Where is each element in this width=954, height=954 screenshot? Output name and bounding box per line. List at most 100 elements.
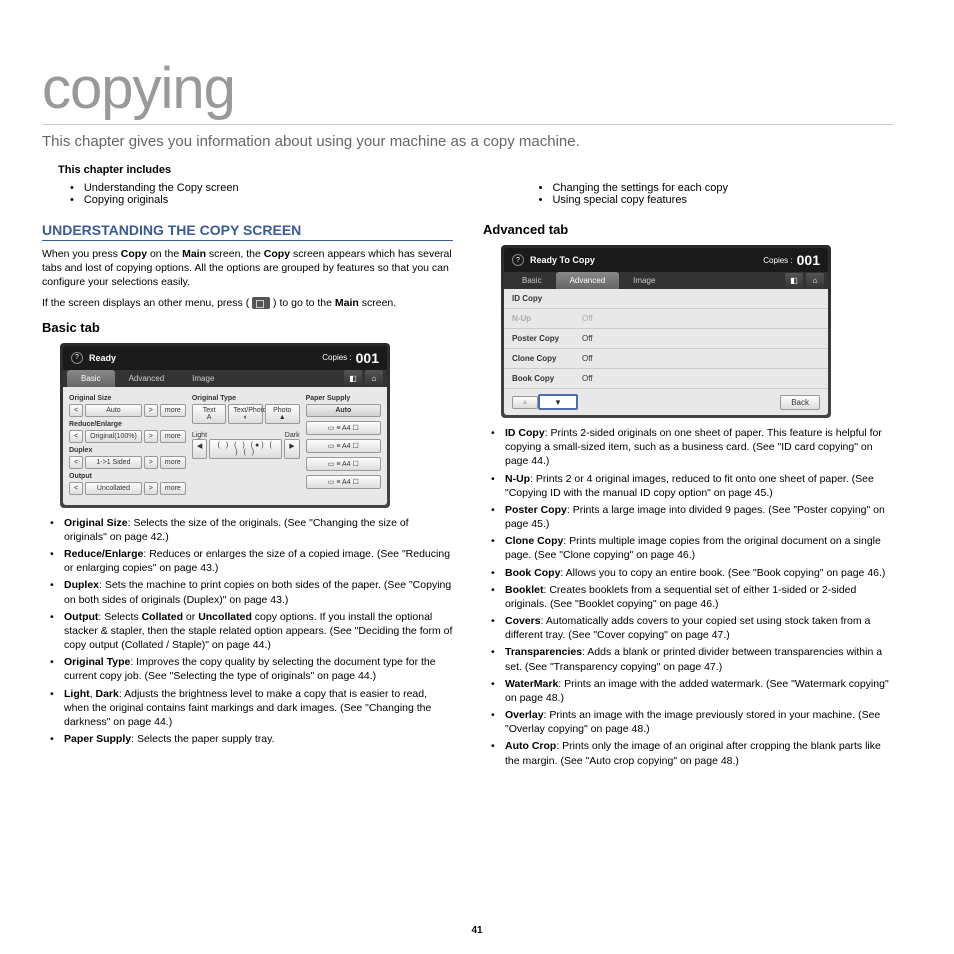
arrow-right-button[interactable]: > [144,482,158,495]
advanced-tab-screenshot: ? Ready To Copy Copies : 001 Basic Advan… [501,245,831,418]
includes-list: Understanding the Copy screen Copying or… [42,182,894,206]
includes-item: Using special copy features [539,194,728,206]
advanced-feature-list: ID Copy: Prints 2-sided originals on one… [483,426,894,768]
includes-item: Changing the settings for each copy [539,182,728,194]
darkness-left-button[interactable]: ◀ [192,439,207,459]
includes-heading: This chapter includes [42,164,894,176]
label-reduce-enlarge: Reduce/Enlarge [69,421,186,428]
feature-item: Overlay: Prints an image with the image … [505,708,894,736]
tray-button[interactable]: ▭ ≡ A4 ☐ [306,439,381,453]
includes-item: Copying originals [70,194,239,206]
more-button[interactable]: more [160,482,186,495]
label-original-size: Original Size [69,395,186,402]
auto-button[interactable]: Auto [85,404,142,417]
tab-basic[interactable]: Basic [508,272,556,289]
label-duplex: Duplex [69,447,186,454]
help-icon[interactable]: ? [512,254,524,266]
includes-item: Understanding the Copy screen [70,182,239,194]
arrow-right-button[interactable]: > [144,430,158,443]
advanced-option-row[interactable]: Poster CopyOff [504,329,828,349]
feature-item: Reduce/Enlarge: Reduces or enlarges the … [64,547,453,575]
home-icon[interactable]: ⌂ [806,273,824,289]
help-icon[interactable]: ? [71,352,83,364]
feature-item: Clone Copy: Prints multiple image copies… [505,534,894,562]
arrow-left-button[interactable]: < [69,404,83,417]
home-icon [252,297,270,309]
arrow-left-button[interactable]: < [69,430,83,443]
copies-label: Copies : [763,256,792,265]
copies-count: 001 [356,350,379,366]
feature-item: Book Copy: Allows you to copy an entire … [505,566,894,580]
scroll-up-button[interactable]: ▲ [512,396,538,409]
advanced-option-row[interactable]: Book CopyOff [504,369,828,389]
chapter-intro: This chapter gives you information about… [42,133,894,150]
darkness-right-button[interactable]: ▶ [284,439,299,459]
textphoto-button[interactable]: Text/Photo◐ [228,404,263,424]
feature-item: Light, Dark: Adjusts the brightness leve… [64,687,453,730]
label-paper-supply: Paper Supply [306,395,381,402]
feature-item: Duplex: Sets the machine to print copies… [64,578,453,606]
basic-feature-list: Original Size: Selects the size of the o… [42,516,453,747]
feature-item: Booklet: Creates booklets from a sequent… [505,583,894,611]
arrow-right-button[interactable]: > [144,456,158,469]
save-icon[interactable]: ◧ [785,273,803,289]
photo-button[interactable]: Photo▲ [265,404,300,424]
feature-item: Output: Selects Collated or Uncollated c… [64,610,453,653]
feature-item: Auto Crop: Prints only the image of an o… [505,739,894,767]
feature-item: Transparencies: Adds a blank or printed … [505,645,894,673]
tab-image[interactable]: Image [178,370,228,387]
section-paragraph: If the screen displays an other menu, pr… [42,296,453,310]
feature-item: Poster Copy: Prints a large image into d… [505,503,894,531]
home-icon[interactable]: ⌂ [365,370,383,386]
scroll-down-button[interactable]: ▼ [538,394,578,410]
advanced-option-row[interactable]: Clone CopyOff [504,349,828,369]
sided-button[interactable]: 1->1 Sided [85,456,142,469]
arrow-left-button[interactable]: < [69,482,83,495]
copies-count: 001 [797,252,820,268]
back-button[interactable]: Back [780,395,820,410]
section-heading: UNDERSTANDING THE COPY SCREEN [42,222,453,241]
right-column: Advanced tab ? Ready To Copy Copies : 00… [483,222,894,771]
tab-image[interactable]: Image [619,272,669,289]
more-button[interactable]: more [160,404,186,417]
more-button[interactable]: more [160,456,186,469]
uncollated-button[interactable]: Uncollated [85,482,142,495]
tab-advanced[interactable]: Advanced [115,370,179,387]
feature-item: Original Type: Improves the copy quality… [64,655,453,683]
feature-item: WaterMark: Prints an image with the adde… [505,677,894,705]
tray-button[interactable]: ▭ ≡ A4 ☐ [306,421,381,435]
feature-item: ID Copy: Prints 2-sided originals on one… [505,426,894,469]
text-button[interactable]: TextA [192,404,227,424]
feature-item: N-Up: Prints 2 or 4 original images, red… [505,472,894,500]
section-paragraph: When you press Copy on the Main screen, … [42,247,453,290]
arrow-left-button[interactable]: < [69,456,83,469]
status-text: Ready To Copy [530,255,763,265]
feature-item: Covers: Automatically adds covers to you… [505,614,894,642]
more-button[interactable]: more [160,430,186,443]
paper-auto-button[interactable]: Auto [306,404,381,417]
left-column: UNDERSTANDING THE COPY SCREEN When you p… [42,222,453,771]
arrow-right-button[interactable]: > [144,404,158,417]
feature-item: Paper Supply: Selects the paper supply t… [64,732,453,746]
status-text: Ready [89,353,322,363]
basic-tab-screenshot: ? Ready Copies : 001 Basic Advanced Imag… [60,343,390,508]
save-icon[interactable]: ◧ [344,370,362,386]
tab-basic[interactable]: Basic [67,370,115,387]
label-output: Output [69,473,186,480]
tab-advanced[interactable]: Advanced [556,272,620,289]
advanced-option-row[interactable]: ID Copy [504,289,828,309]
label-light: Light [192,432,207,439]
tray-button[interactable]: ▭ ≡ A4 ☐ [306,475,381,489]
chapter-title: copying [42,55,894,125]
original100-button[interactable]: Original(100%) [85,430,142,443]
advanced-tab-heading: Advanced tab [483,222,894,237]
label-original-type: Original Type [192,395,300,402]
feature-item: Original Size: Selects the size of the o… [64,516,453,544]
tray-button[interactable]: ▭ ≡ A4 ☐ [306,457,381,471]
page-number: 41 [0,925,954,936]
darkness-slider[interactable]: ( ) ( ) (●) ( ) ( ) [209,439,282,459]
copies-label: Copies : [322,353,351,362]
advanced-option-row[interactable]: N-UpOff [504,309,828,329]
label-dark: Dark [285,432,300,439]
basic-tab-heading: Basic tab [42,320,453,335]
